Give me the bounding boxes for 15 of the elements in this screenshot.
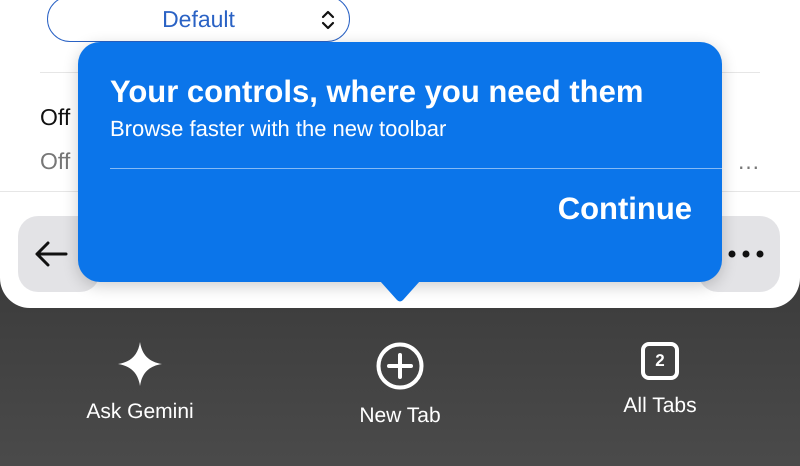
toolbar-label[interactable]: Ask Gemini (86, 400, 194, 424)
ellipsis-text: … (737, 148, 760, 174)
setting-title: Off (40, 104, 70, 130)
toolbar-label[interactable]: All Tabs (623, 394, 697, 418)
continue-button[interactable]: Continue (558, 191, 692, 227)
sparkle-icon (118, 342, 162, 386)
setting-subtitle: Off (40, 148, 70, 174)
back-arrow-icon (34, 240, 68, 268)
popover-subtitle: Browse faster with the new toolbar (110, 116, 446, 142)
popover-title: Your controls, where you need them (110, 74, 644, 110)
chevron-up-down-icon (321, 10, 335, 30)
toolbar-label[interactable]: New Tab (359, 404, 441, 428)
plus-circle-icon (376, 342, 424, 390)
more-dots-icon (728, 250, 764, 258)
tab-count: 2 (641, 342, 679, 380)
